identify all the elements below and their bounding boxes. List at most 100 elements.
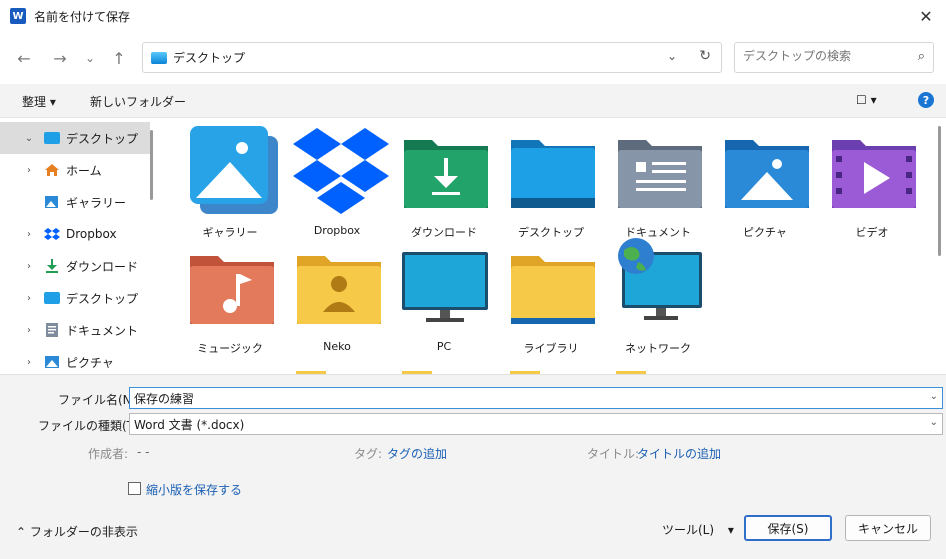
up-button[interactable]: ↑	[107, 46, 131, 70]
list-item[interactable]: デスクトップ	[499, 122, 603, 242]
search-box[interactable]: ⌕	[734, 42, 934, 73]
navigation-pane: ⌄ デスクトップ › ホーム ギャラリー › Dropbox › ダウンロード …	[0, 118, 158, 374]
author-value[interactable]: - -	[137, 445, 149, 459]
filetype-select[interactable]: Word 文書 (*.docx) ⌄	[129, 413, 943, 435]
sidebar-item-label: ダウンロード	[66, 259, 139, 274]
filetype-value: Word 文書 (*.docx)	[134, 417, 245, 432]
up-arrow-icon: ↑	[112, 48, 126, 68]
hide-folders-button[interactable]: ⌃ フォルダーの非表示	[16, 523, 138, 540]
item-label: Neko	[323, 340, 351, 353]
desktop-icon	[44, 131, 60, 145]
dropbox-icon	[44, 227, 60, 241]
save-button[interactable]: 保存(S)	[744, 515, 832, 541]
sidebar-item-dropbox[interactable]: › Dropbox	[0, 218, 150, 250]
list-item[interactable]: ギャラリー	[178, 122, 282, 242]
chevron-down-icon: ▾	[727, 523, 734, 537]
word-app-icon: W	[10, 8, 26, 24]
sidebar-item-label: ドキュメント	[66, 323, 139, 338]
sidebar-item-label: ギャラリー	[66, 195, 127, 210]
title-value[interactable]: タイトルの追加	[637, 445, 721, 462]
downloads-folder-icon	[404, 140, 488, 208]
close-button[interactable]: ✕	[914, 4, 938, 28]
expand-chevron-icon[interactable]: ⌄	[22, 133, 36, 144]
sidebar-item-label: ピクチャ	[66, 355, 114, 370]
list-item[interactable]: Neko	[285, 238, 389, 358]
recent-locations-button[interactable]: ⌄	[78, 46, 102, 70]
expand-chevron-icon[interactable]: ›	[22, 229, 36, 240]
item-label: PC	[436, 340, 452, 353]
sidebar-item-desktop-2[interactable]: › デスクトップ	[0, 282, 150, 314]
search-icon[interactable]: ⌕	[918, 49, 925, 64]
item-label: Dropbox	[313, 224, 361, 237]
back-arrow-icon: ←	[17, 48, 31, 68]
filename-field[interactable]: 保存の練習 ⌄	[129, 387, 943, 409]
desktop-icon	[151, 51, 167, 64]
desktop-folder-icon	[511, 140, 595, 208]
refresh-icon[interactable]: ↻	[699, 48, 711, 64]
chevron-down-icon[interactable]: ⌄	[930, 417, 938, 428]
sidebar-scrollbar[interactable]	[150, 130, 153, 200]
sidebar-item-label: ホーム	[66, 163, 102, 178]
list-item[interactable]: Dropbox	[285, 122, 389, 242]
item-label: ビデオ	[855, 226, 889, 239]
sidebar-item-home[interactable]: › ホーム	[0, 154, 150, 186]
document-icon	[44, 323, 60, 337]
gallery-icon	[190, 126, 278, 214]
list-item[interactable]: PC	[392, 238, 496, 358]
list-item[interactable]: ピクチャ	[713, 122, 817, 242]
filename-value[interactable]: 保存の練習	[134, 390, 194, 407]
save-thumbnail-checkbox[interactable]	[128, 482, 141, 495]
list-item[interactable]: ダウンロード	[392, 122, 496, 242]
address-dropdown-icon[interactable]: ⌄	[667, 49, 677, 63]
title-label: タイトル:	[587, 447, 640, 461]
sidebar-item-desktop[interactable]: ⌄ デスクトップ	[0, 122, 150, 154]
sidebar-item-gallery[interactable]: ギャラリー	[0, 186, 150, 218]
item-label: ピクチャ	[743, 226, 787, 239]
save-thumbnail-label[interactable]: 縮小版を保存する	[146, 481, 242, 498]
expand-chevron-icon[interactable]: ›	[22, 357, 36, 368]
item-label: ミュージック	[197, 342, 263, 355]
author-label: 作成者:	[88, 447, 129, 461]
sidebar-item-label: Dropbox	[66, 227, 117, 241]
expand-chevron-icon[interactable]: ›	[22, 293, 36, 304]
sidebar-item-documents[interactable]: › ドキュメント	[0, 314, 150, 346]
tags-value[interactable]: タグの追加	[387, 445, 447, 462]
forward-button[interactable]: →	[48, 46, 72, 70]
back-button[interactable]: ←	[12, 46, 36, 70]
list-item[interactable]: ミュージック	[178, 238, 282, 358]
pictures-folder-icon	[725, 140, 809, 208]
toolbar: 整理 ▾ 新しいフォルダー ☐ ▾ ?	[0, 84, 946, 118]
desktop-icon	[44, 291, 60, 305]
hide-folders-label: フォルダーの非表示	[29, 525, 138, 539]
new-folder-button[interactable]: 新しいフォルダー	[90, 93, 186, 110]
save-form: ファイル名(N): 保存の練習 ⌄ ファイルの種類(T): Word 文書 (*…	[0, 374, 946, 559]
cancel-button[interactable]: キャンセル	[845, 515, 931, 541]
user-folder-icon	[297, 256, 381, 324]
file-list: ギャラリー Dropbox ダウンロード デスクトップ ドキュメント ピクチャ …	[158, 118, 946, 374]
sidebar-item-pictures[interactable]: › ピクチャ	[0, 346, 150, 374]
list-item[interactable]: ネットワーク	[606, 238, 710, 358]
organize-button[interactable]: 整理 ▾	[22, 93, 56, 110]
chevron-down-icon[interactable]: ⌄	[930, 391, 938, 402]
tags-label: タグ:	[354, 447, 383, 461]
expand-chevron-icon[interactable]: ›	[22, 325, 36, 336]
download-icon	[44, 259, 60, 273]
content-scrollbar[interactable]	[938, 126, 941, 256]
search-input[interactable]	[743, 49, 903, 63]
sidebar-item-label: デスクトップ	[66, 291, 139, 306]
address-bar[interactable]: デスクトップ ⌄ ↻	[142, 42, 722, 73]
list-item[interactable]: ドキュメント	[606, 122, 710, 242]
tools-label: ツール(L)	[662, 523, 715, 537]
list-item[interactable]: ライブラリ	[499, 238, 603, 358]
tools-button[interactable]: ツール(L) ▾	[662, 521, 734, 538]
help-icon[interactable]: ?	[918, 92, 934, 108]
item-label: ライブラリ	[523, 342, 579, 355]
view-options-button[interactable]: ☐ ▾	[856, 93, 877, 107]
expand-chevron-icon[interactable]: ›	[22, 165, 36, 176]
documents-folder-icon	[618, 140, 702, 208]
list-item[interactable]: ビデオ	[820, 122, 924, 242]
sidebar-item-downloads[interactable]: › ダウンロード	[0, 250, 150, 282]
filetype-label: ファイルの種類(T):	[38, 419, 143, 433]
expand-chevron-icon[interactable]: ›	[22, 261, 36, 272]
home-icon	[44, 163, 60, 177]
